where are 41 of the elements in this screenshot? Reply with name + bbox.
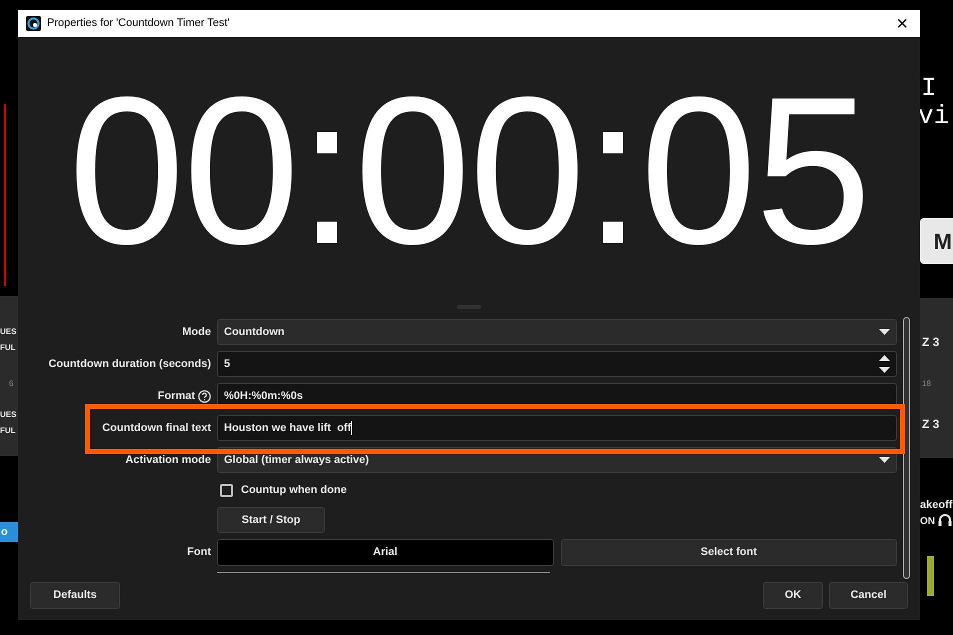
- field-label: Format: [158, 388, 195, 404]
- background-text: ON: [920, 517, 935, 527]
- checkbox[interactable]: [220, 484, 233, 496]
- background-text: UES: [0, 328, 16, 336]
- background-text: FUL: [0, 427, 16, 435]
- background-text: 18: [922, 380, 931, 388]
- field-label: Mode: [182, 324, 211, 340]
- start-stop-button[interactable]: Start / Stop: [217, 507, 325, 534]
- select-font-button[interactable]: Select font: [560, 539, 897, 566]
- field-label: Countdown duration (seconds): [48, 356, 211, 372]
- background-text: Z 3: [922, 418, 940, 430]
- background-text: I: [921, 75, 937, 101]
- cancel-button[interactable]: Cancel: [829, 582, 908, 609]
- background-text: Z 3: [922, 336, 940, 348]
- field-label: Countdown final text: [102, 420, 211, 436]
- defaults-button[interactable]: Defaults: [30, 582, 120, 609]
- background-text: vi: [918, 103, 950, 129]
- dropdown-arrow-icon: [879, 329, 890, 335]
- checkbox-label: Countup when done: [241, 482, 347, 498]
- background-button[interactable]: M: [920, 218, 953, 264]
- background-text: akeoff: [920, 500, 952, 511]
- close-button[interactable]: ×: [892, 14, 912, 34]
- text-field[interactable]: Houston we have lift off: [217, 415, 897, 441]
- number-field[interactable]: 5: [217, 351, 897, 377]
- field-label: Activation mode: [125, 452, 211, 468]
- dropdown-arrow-icon: [879, 457, 890, 463]
- background-text: UES: [0, 411, 16, 419]
- dropdown[interactable]: Countdown: [217, 319, 897, 345]
- scrollbar[interactable]: [903, 317, 910, 579]
- background-text: FUL: [0, 344, 16, 352]
- audio-meter: [927, 556, 934, 596]
- spin-arrows-icon[interactable]: [879, 355, 890, 373]
- headphones-icon[interactable]: [938, 513, 952, 526]
- ok-button[interactable]: OK: [763, 582, 823, 609]
- help-icon[interactable]: [198, 390, 211, 402]
- font-preview: Arial: [217, 539, 554, 566]
- field-label: Font: [187, 545, 211, 560]
- timer-preview: 00:00:05: [68, 66, 870, 276]
- app-logo-icon: [26, 16, 41, 31]
- window-title: Properties for 'Countdown Timer Test': [47, 16, 231, 32]
- background-text: 6: [9, 380, 14, 388]
